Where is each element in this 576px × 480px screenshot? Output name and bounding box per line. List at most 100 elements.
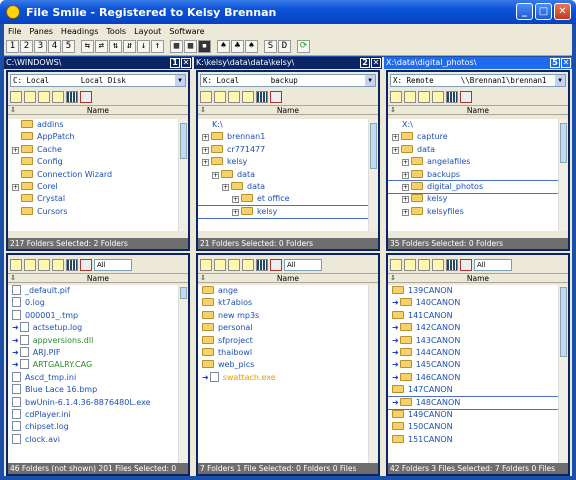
menu-software[interactable]: Software <box>165 27 208 36</box>
list-item[interactable]: kt7abios <box>198 297 368 309</box>
expand-icon[interactable]: + <box>402 196 409 204</box>
tree-item[interactable]: + kelsy <box>198 204 368 220</box>
swap-horizontal-icon[interactable]: ⇆ <box>81 40 94 53</box>
list-item[interactable]: 0.log <box>8 297 178 309</box>
maximize-button[interactable]: □ <box>535 3 552 20</box>
chevron-down-icon[interactable]: ▼ <box>365 75 375 86</box>
arrow-down-icon[interactable]: ↓ <box>137 40 150 53</box>
filter-select[interactable]: All <box>284 259 322 271</box>
folder-open-icon[interactable] <box>38 259 50 271</box>
menu-tools[interactable]: Tools <box>102 27 130 36</box>
column-header-name[interactable]: ⇩ Name <box>388 273 568 283</box>
expand-icon[interactable]: + <box>222 183 229 191</box>
scrollbar-thumb[interactable] <box>370 123 377 169</box>
tree-item[interactable]: + data <box>198 169 368 181</box>
shirt-third-icon[interactable]: ♠ <box>245 40 258 53</box>
list-item[interactable]: ➜ 145CANON <box>388 359 558 371</box>
pane-number-badge[interactable]: 1 <box>170 58 180 68</box>
list-item[interactable]: cdPlayer.ini <box>8 408 178 421</box>
expand-icon[interactable]: + <box>232 196 239 204</box>
expand-icon[interactable]: + <box>212 171 219 179</box>
scrollbar-thumb[interactable] <box>180 123 187 159</box>
list-item[interactable]: clock.avi <box>8 433 178 446</box>
columns-view-icon[interactable] <box>256 91 268 103</box>
column-header-name[interactable]: ⇩ Name <box>8 105 188 115</box>
menu-panes[interactable]: Panes <box>25 27 57 36</box>
list-item[interactable]: 139CANON <box>388 285 558 297</box>
tree-item[interactable]: + kelsy <box>198 156 368 168</box>
menu-layout[interactable]: Layout <box>130 27 165 36</box>
calculator-icon[interactable] <box>80 91 92 103</box>
list-item[interactable]: ➜ 143CANON <box>388 335 558 347</box>
list-item[interactable]: 151CANON <box>388 434 558 446</box>
scrollbar[interactable] <box>178 119 188 231</box>
source-button[interactable]: S <box>264 40 277 53</box>
refresh-folder-icon[interactable] <box>242 91 254 103</box>
list-item[interactable]: ➜ 140CANON <box>388 297 558 309</box>
refresh-folder-icon[interactable] <box>52 259 64 271</box>
list-item[interactable]: 149CANON <box>388 409 558 421</box>
list-item[interactable]: 147CANON <box>388 384 558 396</box>
expand-icon[interactable]: + <box>202 159 209 167</box>
grid-view-icon[interactable]: ▦ <box>170 40 183 53</box>
calculator-icon[interactable] <box>270 91 282 103</box>
tree-item[interactable]: + digital_photos <box>388 179 558 195</box>
new-folder-icon[interactable] <box>404 259 416 271</box>
layout-5-button[interactable]: 5 <box>62 40 75 53</box>
drive-selector[interactable]: C: Local Local Disk ▼ <box>10 74 186 87</box>
close-pane-icon[interactable]: ✕ <box>371 58 381 68</box>
arrow-up-icon[interactable]: ↑ <box>151 40 164 53</box>
path-bar[interactable]: C:\WINDOWS\ 1 ✕ <box>4 57 192 69</box>
tree-item[interactable]: Crystal <box>8 193 178 205</box>
folder-open-icon[interactable] <box>228 259 240 271</box>
columns-view-icon[interactable] <box>446 259 458 271</box>
tree-item[interactable]: Cursors <box>8 206 178 218</box>
list-item[interactable]: new mp3s <box>198 310 368 322</box>
list-item[interactable]: ➜ ARTGALRY.CAG <box>8 359 178 371</box>
expand-icon[interactable]: + <box>232 208 239 216</box>
folder-up-icon[interactable] <box>390 259 402 271</box>
new-folder-icon[interactable] <box>214 91 226 103</box>
layout-2-button[interactable]: 2 <box>20 40 33 53</box>
scrollbar-thumb[interactable] <box>180 287 187 299</box>
list-item[interactable]: sfproject <box>198 335 368 347</box>
refresh-folder-icon[interactable] <box>242 259 254 271</box>
expand-icon[interactable]: + <box>392 134 399 142</box>
sort-icon[interactable]: ⇩ <box>10 274 16 283</box>
close-button[interactable]: ✕ <box>554 3 571 20</box>
list-item[interactable]: _default.pif <box>8 285 178 297</box>
list-item[interactable]: ➜ 146CANON <box>388 372 558 384</box>
folder-open-icon[interactable] <box>228 91 240 103</box>
menu-file[interactable]: File <box>4 27 25 36</box>
list-item[interactable]: ➜ 144CANON <box>388 347 558 359</box>
minimize-button[interactable]: _ <box>516 3 533 20</box>
drive-selector[interactable]: K: Local backup ▼ <box>200 74 376 87</box>
expand-icon[interactable]: + <box>402 183 409 191</box>
folder-up-icon[interactable] <box>390 91 402 103</box>
swap-vertical-alt-icon[interactable]: ⇵ <box>123 40 136 53</box>
scrollbar-thumb[interactable] <box>560 287 567 357</box>
folder-open-icon[interactable] <box>418 259 430 271</box>
expand-icon[interactable]: + <box>402 159 409 167</box>
menu-headings[interactable]: Headings <box>57 27 102 36</box>
sort-icon[interactable]: ⇩ <box>390 106 396 115</box>
tree-item[interactable]: + cr771477 <box>198 144 368 156</box>
scrollbar[interactable] <box>558 285 568 463</box>
expand-icon[interactable]: + <box>402 171 409 179</box>
tree-item[interactable]: addins <box>8 119 178 131</box>
destination-button[interactable]: D <box>278 40 291 53</box>
tree-item[interactable]: X:\ <box>388 119 558 131</box>
list-item[interactable]: bwUnin-6.1.4.36-8876480L.exe <box>8 396 178 409</box>
tree-item[interactable]: Config <box>8 156 178 168</box>
tree-item[interactable]: + data <box>198 181 368 193</box>
folder-up-icon[interactable] <box>10 91 22 103</box>
tree-item[interactable]: Connection Wizard <box>8 169 178 181</box>
tree-item[interactable]: + capture <box>388 131 558 143</box>
pane-number-badge[interactable]: 2 <box>360 58 370 68</box>
tree-item[interactable]: + et office <box>198 193 368 205</box>
columns-view-icon[interactable] <box>256 259 268 271</box>
refresh-folder-icon[interactable] <box>52 91 64 103</box>
expand-icon[interactable]: + <box>402 208 409 216</box>
list-item[interactable]: ➜ 142CANON <box>388 322 558 334</box>
expand-icon[interactable]: + <box>202 146 209 154</box>
